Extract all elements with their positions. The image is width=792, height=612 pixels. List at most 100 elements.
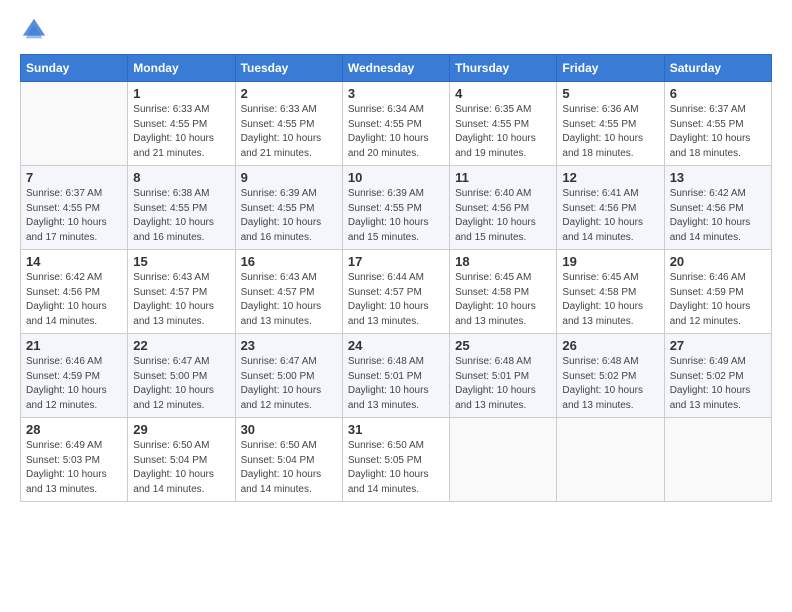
day-number: 5 <box>562 86 658 101</box>
day-number: 18 <box>455 254 551 269</box>
day-number: 4 <box>455 86 551 101</box>
day-info: Sunrise: 6:43 AM Sunset: 4:57 PM Dayligh… <box>133 271 229 329</box>
calendar-cell: 25 Sunrise: 6:48 AM Sunset: 5:01 PM Dayli… <box>450 334 557 418</box>
day-number: 20 <box>670 254 766 269</box>
day-number: 25 <box>455 338 551 353</box>
day-number: 24 <box>348 338 444 353</box>
calendar-cell: 15 Sunrise: 6:43 AM Sunset: 4:57 PM Dayli… <box>128 250 235 334</box>
day-info: Sunrise: 6:50 AM Sunset: 5:04 PM Dayligh… <box>133 439 229 497</box>
calendar-cell: 4 Sunrise: 6:35 AM Sunset: 4:55 PM Daylig… <box>450 82 557 166</box>
calendar-cell: 29Sunrise: 6:50 AM Sunset: 5:04 PM Dayli… <box>128 418 235 502</box>
calendar-cell: 12 Sunrise: 6:41 AM Sunset: 4:56 PM Dayli… <box>557 166 664 250</box>
day-number: 21 <box>26 338 122 353</box>
generalblue-logo-icon <box>20 16 48 44</box>
calendar-cell: 19 Sunrise: 6:45 AM Sunset: 4:58 PM Dayli… <box>557 250 664 334</box>
day-info: Sunrise: 6:46 AM Sunset: 4:59 PM Dayligh… <box>670 271 766 329</box>
calendar-cell: 23Sunrise: 6:47 AM Sunset: 5:00 PM Dayli… <box>235 334 342 418</box>
page: SundayMondayTuesdayWednesdayThursdayFrid… <box>0 0 792 612</box>
day-number: 6 <box>670 86 766 101</box>
day-number: 13 <box>670 170 766 185</box>
calendar-cell: 20 Sunrise: 6:46 AM Sunset: 4:59 PM Dayli… <box>664 250 771 334</box>
calendar-week-row: 1Sunrise: 6:33 AM Sunset: 4:55 PM Daylig… <box>21 82 772 166</box>
day-info: Sunrise: 6:45 AM Sunset: 4:58 PM Dayligh… <box>455 271 551 329</box>
calendar-week-row: 7Sunrise: 6:37 AM Sunset: 4:55 PM Daylig… <box>21 166 772 250</box>
day-info: Sunrise: 6:47 AM Sunset: 5:00 PM Dayligh… <box>133 355 229 413</box>
day-number: 14 <box>26 254 122 269</box>
calendar-cell: 17Sunrise: 6:44 AM Sunset: 4:57 PM Dayli… <box>342 250 449 334</box>
day-number: 15 <box>133 254 229 269</box>
day-number: 16 <box>241 254 337 269</box>
calendar-cell: 30 Sunrise: 6:50 AM Sunset: 5:04 PM Dayli… <box>235 418 342 502</box>
header-tuesday: Tuesday <box>235 55 342 82</box>
header-friday: Friday <box>557 55 664 82</box>
day-info: Sunrise: 6:38 AM Sunset: 4:55 PM Dayligh… <box>133 187 229 245</box>
calendar-cell: 27 Sunrise: 6:49 AM Sunset: 5:02 PM Dayli… <box>664 334 771 418</box>
day-number: 23 <box>241 338 337 353</box>
day-number: 12 <box>562 170 658 185</box>
header-sunday: Sunday <box>21 55 128 82</box>
calendar-cell: 2 Sunrise: 6:33 AM Sunset: 4:55 PM Daylig… <box>235 82 342 166</box>
day-number: 31 <box>348 422 444 437</box>
calendar-cell: 28Sunrise: 6:49 AM Sunset: 5:03 PM Dayli… <box>21 418 128 502</box>
day-number: 19 <box>562 254 658 269</box>
day-number: 30 <box>241 422 337 437</box>
day-info: Sunrise: 6:46 AM Sunset: 4:59 PM Dayligh… <box>26 355 122 413</box>
calendar-week-row: 14 Sunrise: 6:42 AM Sunset: 4:56 PM Dayli… <box>21 250 772 334</box>
day-info: Sunrise: 6:35 AM Sunset: 4:55 PM Dayligh… <box>455 103 551 161</box>
calendar-week-row: 21 Sunrise: 6:46 AM Sunset: 4:59 PM Dayli… <box>21 334 772 418</box>
day-number: 10 <box>348 170 444 185</box>
day-info: Sunrise: 6:33 AM Sunset: 4:55 PM Dayligh… <box>133 103 229 161</box>
day-info: Sunrise: 6:45 AM Sunset: 4:58 PM Dayligh… <box>562 271 658 329</box>
day-info: Sunrise: 6:42 AM Sunset: 4:56 PM Dayligh… <box>670 187 766 245</box>
calendar-cell: 31Sunrise: 6:50 AM Sunset: 5:05 PM Dayli… <box>342 418 449 502</box>
calendar-cell: 8 Sunrise: 6:38 AM Sunset: 4:55 PM Daylig… <box>128 166 235 250</box>
calendar-cell: 14 Sunrise: 6:42 AM Sunset: 4:56 PM Dayli… <box>21 250 128 334</box>
day-info: Sunrise: 6:49 AM Sunset: 5:03 PM Dayligh… <box>26 439 122 497</box>
day-info: Sunrise: 6:37 AM Sunset: 4:55 PM Dayligh… <box>670 103 766 161</box>
calendar-cell: 10 Sunrise: 6:39 AM Sunset: 4:55 PM Dayli… <box>342 166 449 250</box>
day-number: 9 <box>241 170 337 185</box>
day-info: Sunrise: 6:49 AM Sunset: 5:02 PM Dayligh… <box>670 355 766 413</box>
calendar-header-row: SundayMondayTuesdayWednesdayThursdayFrid… <box>21 55 772 82</box>
header <box>20 16 772 44</box>
day-number: 26 <box>562 338 658 353</box>
header-monday: Monday <box>128 55 235 82</box>
day-info: Sunrise: 6:43 AM Sunset: 4:57 PM Dayligh… <box>241 271 337 329</box>
day-info: Sunrise: 6:48 AM Sunset: 5:01 PM Dayligh… <box>455 355 551 413</box>
header-wednesday: Wednesday <box>342 55 449 82</box>
logo <box>20 16 50 44</box>
day-info: Sunrise: 6:50 AM Sunset: 5:04 PM Dayligh… <box>241 439 337 497</box>
calendar-week-row: 28Sunrise: 6:49 AM Sunset: 5:03 PM Dayli… <box>21 418 772 502</box>
day-info: Sunrise: 6:39 AM Sunset: 4:55 PM Dayligh… <box>241 187 337 245</box>
calendar-cell: 11Sunrise: 6:40 AM Sunset: 4:56 PM Dayli… <box>450 166 557 250</box>
day-number: 27 <box>670 338 766 353</box>
day-info: Sunrise: 6:39 AM Sunset: 4:55 PM Dayligh… <box>348 187 444 245</box>
day-info: Sunrise: 6:48 AM Sunset: 5:01 PM Dayligh… <box>348 355 444 413</box>
calendar-cell: 3Sunrise: 6:34 AM Sunset: 4:55 PM Daylig… <box>342 82 449 166</box>
day-number: 22 <box>133 338 229 353</box>
day-info: Sunrise: 6:42 AM Sunset: 4:56 PM Dayligh… <box>26 271 122 329</box>
day-info: Sunrise: 6:41 AM Sunset: 4:56 PM Dayligh… <box>562 187 658 245</box>
calendar-cell: 1Sunrise: 6:33 AM Sunset: 4:55 PM Daylig… <box>128 82 235 166</box>
day-info: Sunrise: 6:40 AM Sunset: 4:56 PM Dayligh… <box>455 187 551 245</box>
calendar-cell: 13 Sunrise: 6:42 AM Sunset: 4:56 PM Dayli… <box>664 166 771 250</box>
calendar-cell <box>21 82 128 166</box>
calendar-cell: 7Sunrise: 6:37 AM Sunset: 4:55 PM Daylig… <box>21 166 128 250</box>
calendar-cell: 18 Sunrise: 6:45 AM Sunset: 4:58 PM Dayli… <box>450 250 557 334</box>
day-info: Sunrise: 6:34 AM Sunset: 4:55 PM Dayligh… <box>348 103 444 161</box>
calendar-cell <box>450 418 557 502</box>
day-info: Sunrise: 6:33 AM Sunset: 4:55 PM Dayligh… <box>241 103 337 161</box>
day-number: 8 <box>133 170 229 185</box>
calendar-cell: 21 Sunrise: 6:46 AM Sunset: 4:59 PM Dayli… <box>21 334 128 418</box>
calendar-cell <box>557 418 664 502</box>
header-thursday: Thursday <box>450 55 557 82</box>
calendar-cell <box>664 418 771 502</box>
calendar-cell: 16 Sunrise: 6:43 AM Sunset: 4:57 PM Dayli… <box>235 250 342 334</box>
calendar-cell: 22 Sunrise: 6:47 AM Sunset: 5:00 PM Dayli… <box>128 334 235 418</box>
day-info: Sunrise: 6:48 AM Sunset: 5:02 PM Dayligh… <box>562 355 658 413</box>
calendar-cell: 24 Sunrise: 6:48 AM Sunset: 5:01 PM Dayli… <box>342 334 449 418</box>
day-info: Sunrise: 6:36 AM Sunset: 4:55 PM Dayligh… <box>562 103 658 161</box>
calendar-table: SundayMondayTuesdayWednesdayThursdayFrid… <box>20 54 772 502</box>
header-saturday: Saturday <box>664 55 771 82</box>
day-number: 2 <box>241 86 337 101</box>
